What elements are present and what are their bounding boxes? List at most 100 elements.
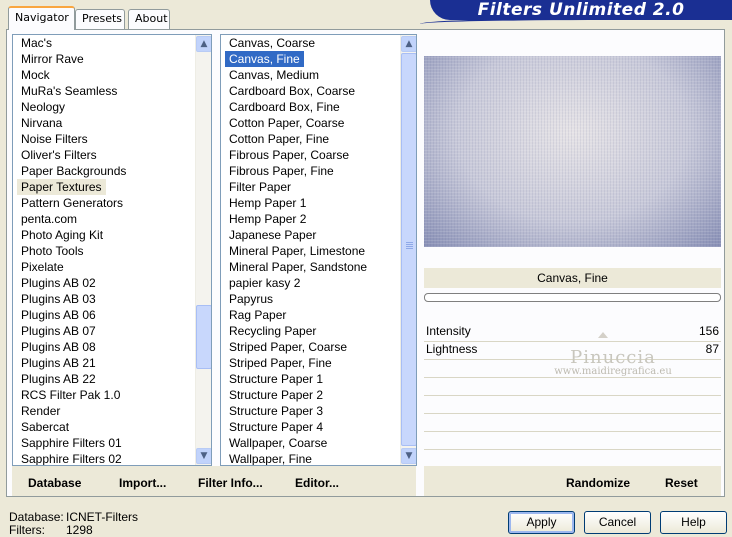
list-item[interactable]: Sabercat [17,419,193,435]
list-item[interactable]: Plugins AB 08 [17,339,193,355]
list-item[interactable]: Plugins AB 21 [17,355,193,371]
list-item[interactable]: Plugins AB 06 [17,307,193,323]
list-item[interactable]: Plugins AB 22 [17,371,193,387]
progress-bar [424,293,721,302]
selected-filter-caption: Canvas, Fine [424,268,721,288]
apply-button[interactable]: Apply [508,511,575,534]
scroll-down-icon[interactable]: ▼ [401,448,416,464]
list-item[interactable]: Oliver's Filters [17,147,193,163]
param-row-empty [424,377,721,396]
filters-count-label: Filters: [9,523,45,537]
list-item[interactable]: Japanese Paper [225,227,398,243]
preview-image [424,56,721,247]
category-list[interactable]: Mac's Mirror Rave Mock MuRa's Seamless Neolo… [12,34,212,466]
param-name: Intensity [426,324,471,338]
category-scrollbar[interactable]: ▲ ▼ [195,35,211,465]
scroll-up-icon[interactable]: ▲ [401,36,416,52]
reset-button[interactable]: Reset [665,476,698,490]
list-item[interactable]: Structure Paper 1 [225,371,398,387]
list-item[interactable]: Structure Paper 2 [225,387,398,403]
list-item[interactable]: Striped Paper, Fine [225,355,398,371]
app-title-banner: Filters Unlimited 2.0 [430,0,732,20]
param-row-intensity[interactable]: Intensity 156 [424,323,721,342]
filters-count-value: 1298 [66,523,93,537]
list-item[interactable]: Mirror Rave [17,51,193,67]
tab-about[interactable]: About [128,9,170,29]
list-item[interactable]: Papyrus [225,291,398,307]
filter-list[interactable]: Canvas, Coarse Canvas, Fine Canvas, Medium… [220,34,417,466]
list-item[interactable]: Canvas, Medium [225,67,398,83]
list-item[interactable]: penta.com [17,211,193,227]
filter-scrollbar[interactable]: ▲ ▼ [400,35,416,465]
list-item[interactable]: Paper Backgrounds [17,163,193,179]
list-item[interactable]: RCS Filter Pak 1.0 [17,387,193,403]
editor-button[interactable]: Editor... [295,476,339,490]
randomize-button[interactable]: Randomize [566,476,630,490]
list-item[interactable]: Neology [17,99,193,115]
list-item[interactable]: Pattern Generators [17,195,193,211]
param-row-empty [424,413,721,432]
list-item[interactable]: Mock [17,67,193,83]
database-button[interactable]: Database [28,476,81,490]
list-item[interactable]: Striped Paper, Coarse [225,339,398,355]
list-item[interactable]: Structure Paper 3 [225,403,398,419]
list-item[interactable]: Plugins AB 07 [17,323,193,339]
cancel-button[interactable]: Cancel [584,511,651,534]
list-item[interactable]: Recycling Paper [225,323,398,339]
list-item[interactable]: Cardboard Box, Fine [225,99,398,115]
watermark-name: Pinuccia [570,347,656,368]
list-item[interactable]: Canvas, Fine [224,50,305,68]
list-item[interactable]: Filter Paper [225,179,398,195]
list-item[interactable]: Sapphire Filters 01 [17,435,193,451]
list-item[interactable]: Rag Paper [225,307,398,323]
list-item[interactable]: Fibrous Paper, Coarse [225,147,398,163]
list-item[interactable]: Hemp Paper 2 [225,211,398,227]
list-item[interactable]: Cotton Paper, Coarse [225,115,398,131]
category-scroll-thumb[interactable] [196,305,211,369]
list-item[interactable]: Nirvana [17,115,193,131]
tab-presets[interactable]: Presets [75,9,125,29]
scroll-down-icon[interactable]: ▼ [196,448,211,464]
param-value: 87 [705,342,719,356]
list-item[interactable]: Wallpaper, Coarse [225,435,398,451]
list-item[interactable]: Fibrous Paper, Fine [225,163,398,179]
list-item[interactable]: Mineral Paper, Limestone [225,243,398,259]
list-item[interactable]: Hemp Paper 1 [225,195,398,211]
param-row-empty [424,395,721,414]
tab-navigator-label: Navigator [15,11,69,24]
list-item[interactable]: Mac's [17,35,193,51]
list-item[interactable]: Photo Aging Kit [17,227,193,243]
tab-navigator[interactable]: Navigator [8,6,75,30]
list-item[interactable]: Render [17,403,193,419]
banner-swoosh [420,18,732,28]
param-name: Lightness [426,342,478,356]
list-item[interactable]: Wallpaper, Fine [225,451,398,465]
list-item[interactable]: Photo Tools [17,243,193,259]
list-item[interactable]: Canvas, Coarse [225,35,398,51]
list-item[interactable]: Plugins AB 02 [17,275,193,291]
list-item[interactable]: Structure Paper 4 [225,419,398,435]
scroll-up-icon[interactable]: ▲ [196,36,211,52]
filter-info-button[interactable]: Filter Info... [198,476,263,490]
app-title: Filters Unlimited 2.0 [477,0,685,20]
list-item[interactable]: Paper Textures [17,179,106,195]
database-label: Database: [9,510,64,524]
list-item[interactable]: Cotton Paper, Fine [225,131,398,147]
list-item[interactable]: MuRa's Seamless [17,83,193,99]
list-item[interactable]: Pixelate [17,259,193,275]
filter-scroll-thumb[interactable] [401,53,416,446]
help-button[interactable]: Help [660,511,727,534]
param-row-empty [424,449,721,467]
list-item[interactable]: Plugins AB 03 [17,291,193,307]
database-value: ICNET-Filters [66,510,138,524]
import-button[interactable]: Import... [119,476,166,490]
tab-about-label: About [135,12,168,25]
list-item[interactable]: Noise Filters [17,131,193,147]
list-item[interactable]: Mineral Paper, Sandstone [225,259,398,275]
watermark-url: www.maidiregrafica.eu [554,366,672,377]
list-item[interactable]: Cardboard Box, Coarse [225,83,398,99]
list-item[interactable]: Sapphire Filters 02 [17,451,193,465]
watermark: Pinuccia www.maidiregrafica.eu [533,347,693,377]
tab-presets-label: Presets [82,12,123,25]
list-item[interactable]: papier kasy 2 [225,275,398,291]
